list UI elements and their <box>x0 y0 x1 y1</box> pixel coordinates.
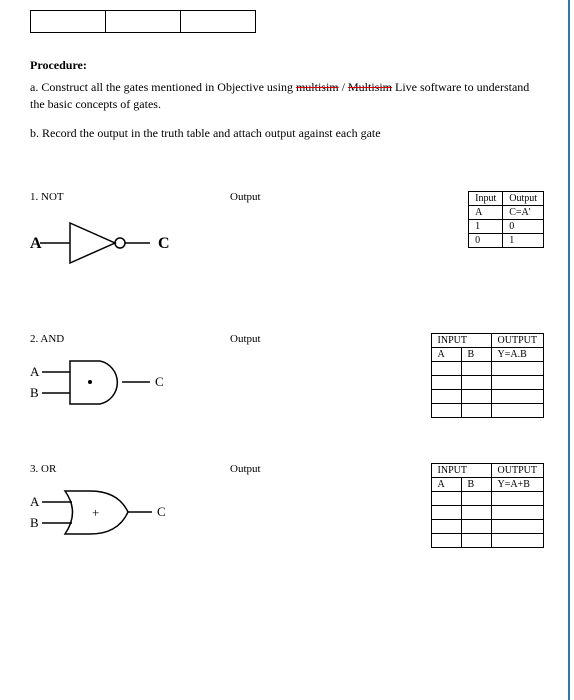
output-label-or: Output <box>230 463 330 475</box>
not-output-c-label: C <box>158 235 170 252</box>
not-r2c1: 1 <box>469 220 503 234</box>
and-th-input: INPUT <box>431 334 491 348</box>
output-label-not: Output <box>230 191 330 203</box>
procedure-heading: Procedure: <box>30 58 544 73</box>
or-input-a-label: A <box>30 494 40 509</box>
not-th-output: Output <box>503 192 544 206</box>
and-input-b-label: B <box>30 385 39 400</box>
or-th-input: INPUT <box>431 464 491 478</box>
or-input-b-label: B <box>30 515 39 530</box>
gate-section-or: 3. OR + A B C Output INPUT OUTPUT A B Y=… <box>30 463 544 548</box>
and-gate-icon: A B C <box>30 355 190 410</box>
procedure-a-strike2: Multisim <box>348 80 392 94</box>
and-input-a-label: A <box>30 364 40 379</box>
gate-label-not: 1. NOT <box>30 191 210 203</box>
or-output-c-label: C <box>157 504 166 519</box>
output-label-and: Output <box>230 333 330 345</box>
procedure-a-strike1: multisim <box>296 80 339 94</box>
truth-table-and: INPUT OUTPUT A B Y=A.B <box>431 333 544 418</box>
truth-table-or: INPUT OUTPUT A B Y=A+B <box>431 463 544 548</box>
and-r1c2: B <box>461 348 491 362</box>
and-r1c3: Y=A.B <box>491 348 543 362</box>
or-th-output: OUTPUT <box>491 464 543 478</box>
and-th-output: OUTPUT <box>491 334 543 348</box>
gate-section-and: 2. AND A B C Output INPUT OUTPUT A B Y=A… <box>30 333 544 418</box>
top-empty-table <box>30 10 256 33</box>
not-input-a-label: A <box>30 235 42 252</box>
procedure-item-a: a. Construct all the gates mentioned in … <box>30 79 544 113</box>
or-gate-icon: + A B C <box>30 485 190 540</box>
gate-label-and: 2. AND <box>30 333 210 345</box>
and-r1c1: A <box>431 348 461 362</box>
procedure-a-slash: / <box>339 80 348 94</box>
or-r1c2: B <box>461 478 491 492</box>
or-r1c3: Y=A+B <box>491 478 543 492</box>
page-right-border <box>568 0 570 700</box>
gate-section-not: 1. NOT A C Output Input Output A C=A' 1 … <box>30 191 544 273</box>
not-r1c1: A <box>469 206 503 220</box>
not-gate-icon: A C <box>30 213 180 273</box>
and-output-c-label: C <box>155 374 164 389</box>
gate-label-or: 3. OR <box>30 463 210 475</box>
procedure-a-prefix: a. Construct all the gates mentioned in … <box>30 80 296 94</box>
not-r3c1: 0 <box>469 234 503 248</box>
not-r3c2: 1 <box>503 234 544 248</box>
or-plus-symbol: + <box>92 505 99 520</box>
procedure-item-b: b. Record the output in the truth table … <box>30 125 544 142</box>
not-th-input: Input <box>469 192 503 206</box>
not-r1c2: C=A' <box>503 206 544 220</box>
or-r1c1: A <box>431 478 461 492</box>
not-r2c2: 0 <box>503 220 544 234</box>
truth-table-not: Input Output A C=A' 1 0 0 1 <box>468 191 544 248</box>
